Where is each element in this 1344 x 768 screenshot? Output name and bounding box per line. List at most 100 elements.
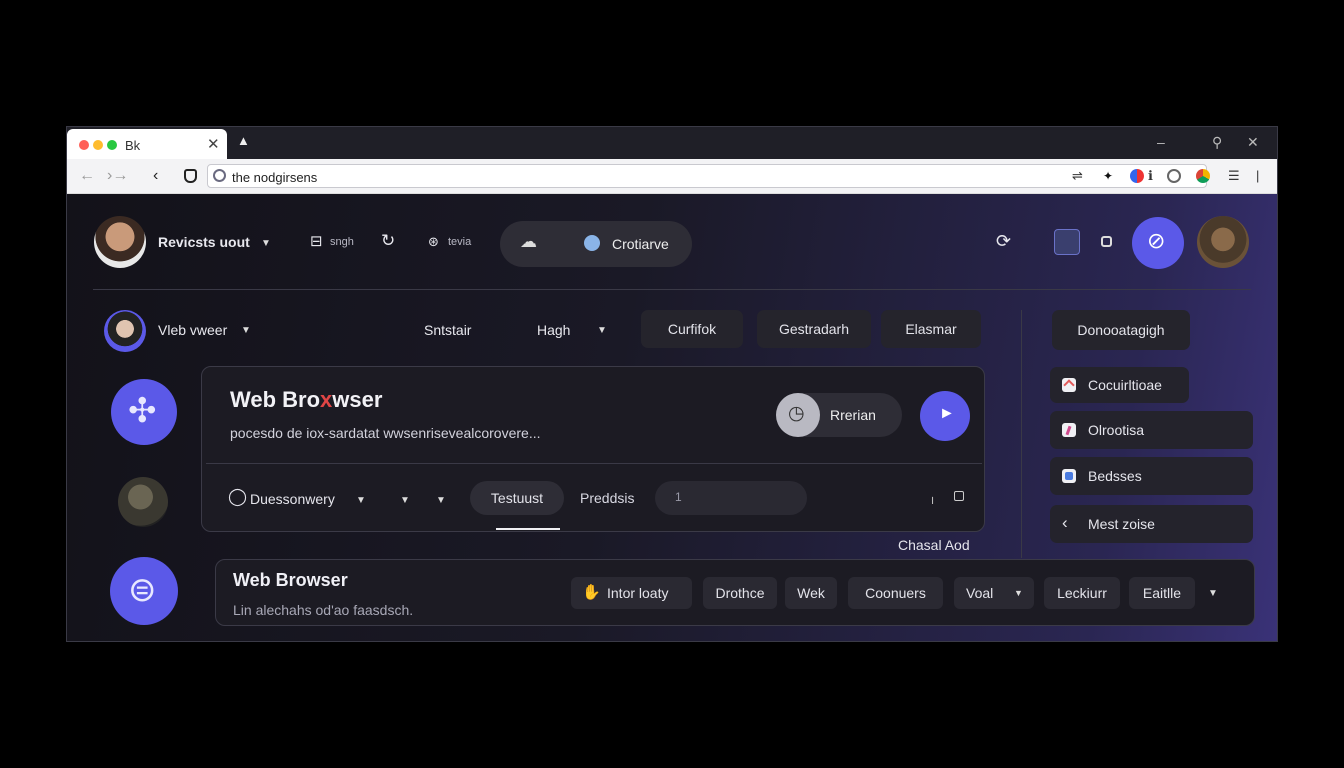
tab-testuust[interactable]: Testuust — [470, 481, 564, 515]
close-window-icon[interactable]: ✕ — [1247, 134, 1259, 151]
chip-wek[interactable]: Wek — [785, 577, 837, 609]
header-item-sign[interactable]: sngh — [330, 236, 354, 248]
user-avatar[interactable] — [94, 216, 146, 268]
extension-bar-icon[interactable]: ℹ — [1148, 168, 1153, 184]
toolbar-dropdown[interactable]: Duessonwery — [250, 491, 335, 507]
sidebar-item-label: Cocuirltioae — [1088, 377, 1162, 393]
extension-ring-icon[interactable] — [1167, 169, 1181, 183]
sidebar-toggle-icon[interactable]: | — [1256, 168, 1259, 183]
tab-preddsis[interactable]: Preddsis — [580, 490, 634, 506]
sidebar-item-0[interactable]: Cocuirltioae — [1050, 367, 1189, 403]
sidebar-item-label: Olrootisa — [1088, 422, 1145, 438]
gestradarh-button[interactable]: Gestradarh — [757, 310, 871, 348]
pin-icon[interactable]: ╷ — [929, 490, 936, 504]
chevron-down-icon: ▼ — [1014, 588, 1023, 598]
chip-label: Intor loaty — [607, 585, 669, 601]
chip-eaitlle[interactable]: Eaitlle — [1129, 577, 1195, 609]
rail-pattern-button[interactable]: ✣ — [111, 379, 177, 445]
search-icon[interactable]: ⚲ — [1212, 134, 1222, 151]
main-card-subtitle: pocesdo de iox-sardatat wwsenrisevealcor… — [230, 425, 541, 441]
action-circle: ◷ — [776, 393, 820, 437]
browser-window: Bk ✕ ▲ – ⚲ ✕ ← ›→ ‹ the nodgirsens ⇌ ✦ ℹ… — [66, 126, 1278, 642]
sidebar-item-2[interactable]: Bedsses — [1050, 457, 1253, 495]
extension-colorful-icon[interactable] — [1130, 169, 1144, 183]
header-pill-label: Crotiarve — [612, 236, 669, 252]
send-button[interactable]: ► — [920, 391, 970, 441]
tab-sntstair[interactable]: Sntstair — [424, 322, 471, 338]
copy-icon[interactable] — [954, 491, 964, 501]
chevron-down-icon[interactable]: ▼ — [241, 325, 251, 336]
shield-icon[interactable] — [184, 169, 197, 183]
image-icon[interactable] — [1054, 229, 1080, 255]
search-circle-button[interactable]: ⊘ — [1132, 217, 1184, 269]
main-card-title: Web Broxwser — [230, 387, 383, 412]
globe-icon[interactable]: ⊛ — [428, 234, 439, 250]
window-maximize-dot[interactable] — [107, 140, 117, 150]
chevron-down-icon[interactable]: ▼ — [400, 495, 410, 506]
cloud-icon: ☁ — [520, 232, 537, 251]
rail-avatar[interactable] — [118, 477, 168, 527]
browser-toolbar: ← ›→ ‹ the nodgirsens ⇌ ✦ ℹ ☰ | — [67, 159, 1277, 194]
chevron-left-icon: ‹ — [1062, 513, 1068, 532]
document-icon — [1062, 378, 1076, 392]
donooatagigh-button[interactable]: Donooatagigh — [1052, 310, 1190, 350]
header-divider — [93, 289, 1251, 290]
profile-name: Revicsts uout — [158, 234, 250, 250]
back-arrow-icon[interactable]: ← — [79, 167, 95, 185]
browser-tab[interactable]: Bk ✕ — [67, 129, 227, 159]
main-card: Web Broxwser pocesdo de iox-sardatat wws… — [201, 366, 985, 532]
power-icon[interactable]: ⟳ — [996, 231, 1011, 252]
chip-coonuers[interactable]: Coonuers — [848, 577, 943, 609]
chevron-left-icon[interactable]: ‹ — [153, 167, 158, 185]
curfifok-button[interactable]: Curfifok — [641, 310, 743, 348]
sidebar-item-label: Bedsses — [1088, 468, 1142, 484]
chip-leckiurr[interactable]: Leckiurr — [1044, 577, 1120, 609]
tab-title: Bk — [125, 138, 141, 153]
sidebar-item-1[interactable]: Olrootisa — [1050, 411, 1253, 449]
forward-arrow-icon[interactable]: ›→ — [107, 167, 128, 185]
header-pill[interactable]: ☁ Crotiarve — [500, 221, 692, 267]
chip-label: Voal — [966, 585, 994, 601]
window-minimize-dot[interactable] — [93, 140, 103, 150]
reader-icon[interactable]: ⇌ — [1072, 168, 1083, 184]
filter-input[interactable]: 1 — [655, 481, 807, 515]
square-icon[interactable] — [1101, 236, 1112, 247]
chevron-down-icon[interactable]: ▼ — [436, 495, 446, 506]
chevron-down-icon[interactable]: ▼ — [597, 325, 607, 336]
play-icon: ► — [939, 405, 955, 422]
minimize-icon[interactable]: – — [1157, 134, 1165, 150]
weather-icon — [584, 235, 600, 251]
tab-close-icon[interactable]: ✕ — [207, 135, 220, 153]
address-bar[interactable]: the nodgirsens ⇌ ✦ — [207, 164, 1207, 188]
chevron-down-icon[interactable]: ▼ — [261, 238, 271, 249]
sub-avatar[interactable] — [104, 310, 146, 352]
active-tab-underline — [496, 528, 560, 530]
extension-icon[interactable]: ✦ — [1103, 169, 1113, 183]
corner-label: Chasal Aod — [898, 537, 970, 553]
circle-icon[interactable]: ◯ — [228, 487, 247, 507]
bottom-card-title: Web Browser — [233, 570, 348, 590]
new-tab-icon[interactable]: ▲ — [237, 133, 250, 148]
search-icon: ⊘ — [1147, 228, 1166, 253]
app-content: Revicsts uout ▼ ⊟ sngh ↻ ⊛ tevia ☁ Croti… — [67, 194, 1277, 641]
window-close-dot[interactable] — [79, 140, 89, 150]
sign-icon[interactable]: ⊟ — [310, 232, 323, 250]
elasmar-button[interactable]: Elasmar — [881, 310, 981, 348]
rail-swirl-button[interactable]: ⊜ — [110, 557, 178, 625]
filter-input-value: 1 — [675, 490, 682, 504]
menu-icon[interactable]: ☰ — [1228, 168, 1240, 184]
refresh-icon[interactable]: ↻ — [381, 231, 395, 251]
address-text: the nodgirsens — [232, 170, 318, 185]
action-pill[interactable]: ◷ Rrerian — [776, 393, 902, 437]
header-item-tevia[interactable]: tevia — [448, 236, 471, 248]
sidebar-item-3[interactable]: ‹ Mest zoise — [1050, 505, 1253, 543]
chip-intor-loaty[interactable]: ✋ Intor loaty — [571, 577, 692, 609]
chip-voal[interactable]: Voal ▼ — [954, 577, 1034, 609]
card-divider — [206, 463, 982, 464]
tab-hagh[interactable]: Hagh — [537, 322, 570, 338]
chip-drothce[interactable]: Drothce — [703, 577, 777, 609]
contact-avatar[interactable] — [1197, 216, 1249, 268]
chevron-down-icon[interactable]: ▼ — [1208, 588, 1218, 599]
chevron-down-icon[interactable]: ▼ — [356, 495, 366, 506]
extension-play-icon[interactable] — [1196, 169, 1210, 183]
